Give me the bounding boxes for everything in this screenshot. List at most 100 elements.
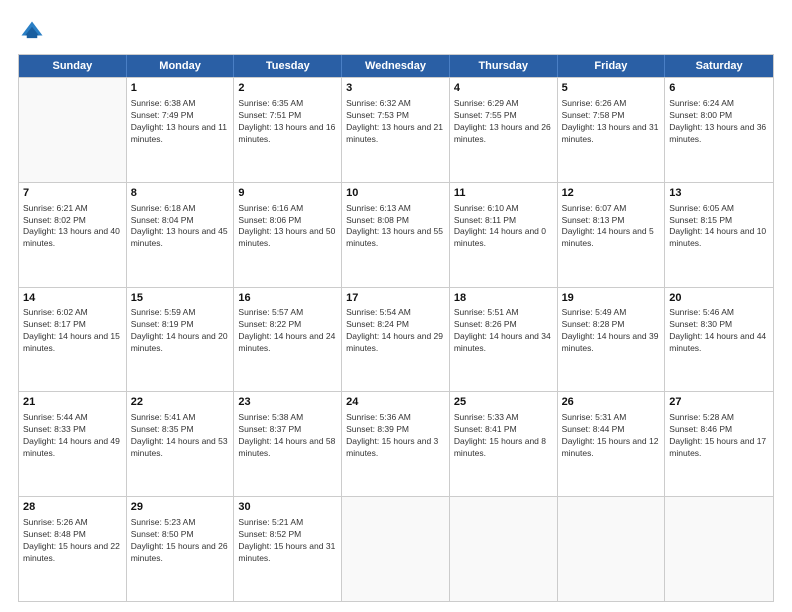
empty-cell — [665, 497, 773, 601]
day-cell-21: 21Sunrise: 5:44 AMSunset: 8:33 PMDayligh… — [19, 392, 127, 496]
day-cell-16: 16Sunrise: 5:57 AMSunset: 8:22 PMDayligh… — [234, 288, 342, 392]
day-number: 1 — [131, 81, 230, 96]
day-cell-19: 19Sunrise: 5:49 AMSunset: 8:28 PMDayligh… — [558, 288, 666, 392]
calendar-body: 1 Sunrise: 6:38 AMSunset: 7:49 PMDaylight… — [19, 77, 773, 601]
day-cell-25: 25Sunrise: 5:33 AMSunset: 8:41 PMDayligh… — [450, 392, 558, 496]
cell-info: Sunrise: 5:36 AMSunset: 8:39 PMDaylight:… — [346, 412, 445, 460]
day-number: 17 — [346, 291, 445, 306]
day-cell-14: 14Sunrise: 6:02 AMSunset: 8:17 PMDayligh… — [19, 288, 127, 392]
day-number: 20 — [669, 291, 769, 306]
weekday-header-thursday: Thursday — [450, 55, 558, 77]
day-number: 29 — [131, 500, 230, 515]
cell-info: Sunrise: 5:41 AMSunset: 8:35 PMDaylight:… — [131, 412, 230, 460]
cell-info: Sunrise: 5:49 AMSunset: 8:28 PMDaylight:… — [562, 307, 661, 355]
calendar-row-4: 21Sunrise: 5:44 AMSunset: 8:33 PMDayligh… — [19, 391, 773, 496]
cell-info: Sunrise: 5:28 AMSunset: 8:46 PMDaylight:… — [669, 412, 769, 460]
cell-info: Sunrise: 5:59 AMSunset: 8:19 PMDaylight:… — [131, 307, 230, 355]
cell-info: Sunrise: 5:26 AMSunset: 8:48 PMDaylight:… — [23, 517, 122, 565]
day-cell-29: 29 Sunrise: 5:23 AMSunset: 8:50 PMDayligh… — [127, 497, 235, 601]
day-cell-13: 13Sunrise: 6:05 AMSunset: 8:15 PMDayligh… — [665, 183, 773, 287]
cell-info: Sunrise: 6:21 AMSunset: 8:02 PMDaylight:… — [23, 203, 122, 251]
day-cell-5: 5 Sunrise: 6:26 AMSunset: 7:58 PMDaylight… — [558, 78, 666, 182]
cell-info: Sunrise: 5:57 AMSunset: 8:22 PMDaylight:… — [238, 307, 337, 355]
empty-cell — [19, 78, 127, 182]
weekday-header-wednesday: Wednesday — [342, 55, 450, 77]
calendar-row-2: 7Sunrise: 6:21 AMSunset: 8:02 PMDaylight… — [19, 182, 773, 287]
day-cell-20: 20Sunrise: 5:46 AMSunset: 8:30 PMDayligh… — [665, 288, 773, 392]
calendar-row-5: 28 Sunrise: 5:26 AMSunset: 8:48 PMDayligh… — [19, 496, 773, 601]
page: SundayMondayTuesdayWednesdayThursdayFrid… — [0, 0, 792, 612]
day-cell-3: 3Sunrise: 6:32 AMSunset: 7:53 PMDaylight… — [342, 78, 450, 182]
day-cell-17: 17Sunrise: 5:54 AMSunset: 8:24 PMDayligh… — [342, 288, 450, 392]
cell-info: Sunrise: 5:54 AMSunset: 8:24 PMDaylight:… — [346, 307, 445, 355]
cell-info: Sunrise: 6:05 AMSunset: 8:15 PMDaylight:… — [669, 203, 769, 251]
day-cell-24: 24 Sunrise: 5:36 AMSunset: 8:39 PMDayligh… — [342, 392, 450, 496]
calendar-row-1: 1 Sunrise: 6:38 AMSunset: 7:49 PMDaylight… — [19, 77, 773, 182]
day-number: 27 — [669, 395, 769, 410]
day-number: 15 — [131, 291, 230, 306]
day-cell-8: 8 Sunrise: 6:18 AMSunset: 8:04 PMDaylight… — [127, 183, 235, 287]
cell-info: Sunrise: 6:38 AMSunset: 7:49 PMDaylight:… — [131, 98, 230, 146]
day-number: 25 — [454, 395, 553, 410]
day-cell-18: 18Sunrise: 5:51 AMSunset: 8:26 PMDayligh… — [450, 288, 558, 392]
header — [18, 18, 774, 46]
weekday-header-sunday: Sunday — [19, 55, 127, 77]
day-number: 9 — [238, 186, 337, 201]
cell-info: Sunrise: 6:18 AMSunset: 8:04 PMDaylight:… — [131, 203, 230, 251]
day-cell-22: 22 Sunrise: 5:41 AMSunset: 8:35 PMDayligh… — [127, 392, 235, 496]
calendar-header: SundayMondayTuesdayWednesdayThursdayFrid… — [19, 55, 773, 77]
day-number: 24 — [346, 395, 445, 410]
day-number: 3 — [346, 81, 445, 96]
day-number: 28 — [23, 500, 122, 515]
empty-cell — [450, 497, 558, 601]
weekday-header-friday: Friday — [558, 55, 666, 77]
day-number: 2 — [238, 81, 337, 96]
logo-icon — [18, 18, 46, 46]
weekday-header-saturday: Saturday — [665, 55, 773, 77]
weekday-header-tuesday: Tuesday — [234, 55, 342, 77]
cell-info: Sunrise: 5:46 AMSunset: 8:30 PMDaylight:… — [669, 307, 769, 355]
empty-cell — [342, 497, 450, 601]
day-cell-6: 6 Sunrise: 6:24 AMSunset: 8:00 PMDaylight… — [665, 78, 773, 182]
day-cell-28: 28 Sunrise: 5:26 AMSunset: 8:48 PMDayligh… — [19, 497, 127, 601]
cell-info: Sunrise: 6:13 AMSunset: 8:08 PMDaylight:… — [346, 203, 445, 251]
cell-info: Sunrise: 6:26 AMSunset: 7:58 PMDaylight:… — [562, 98, 661, 146]
day-number: 21 — [23, 395, 122, 410]
cell-info: Sunrise: 6:10 AMSunset: 8:11 PMDaylight:… — [454, 203, 553, 251]
day-number: 22 — [131, 395, 230, 410]
day-number: 6 — [669, 81, 769, 96]
day-cell-11: 11Sunrise: 6:10 AMSunset: 8:11 PMDayligh… — [450, 183, 558, 287]
day-cell-7: 7Sunrise: 6:21 AMSunset: 8:02 PMDaylight… — [19, 183, 127, 287]
day-cell-26: 26 Sunrise: 5:31 AMSunset: 8:44 PMDayligh… — [558, 392, 666, 496]
logo — [18, 18, 50, 46]
cell-info: Sunrise: 6:02 AMSunset: 8:17 PMDaylight:… — [23, 307, 122, 355]
cell-info: Sunrise: 6:24 AMSunset: 8:00 PMDaylight:… — [669, 98, 769, 146]
day-cell-2: 2 Sunrise: 6:35 AMSunset: 7:51 PMDaylight… — [234, 78, 342, 182]
cell-info: Sunrise: 6:16 AMSunset: 8:06 PMDaylight:… — [238, 203, 337, 251]
day-number: 16 — [238, 291, 337, 306]
cell-info: Sunrise: 5:31 AMSunset: 8:44 PMDaylight:… — [562, 412, 661, 460]
cell-info: Sunrise: 5:51 AMSunset: 8:26 PMDaylight:… — [454, 307, 553, 355]
calendar: SundayMondayTuesdayWednesdayThursdayFrid… — [18, 54, 774, 602]
cell-info: Sunrise: 5:38 AMSunset: 8:37 PMDaylight:… — [238, 412, 337, 460]
day-number: 5 — [562, 81, 661, 96]
day-cell-30: 30 Sunrise: 5:21 AMSunset: 8:52 PMDayligh… — [234, 497, 342, 601]
day-number: 23 — [238, 395, 337, 410]
day-cell-10: 10 Sunrise: 6:13 AMSunset: 8:08 PMDayligh… — [342, 183, 450, 287]
day-cell-27: 27 Sunrise: 5:28 AMSunset: 8:46 PMDayligh… — [665, 392, 773, 496]
cell-info: Sunrise: 5:23 AMSunset: 8:50 PMDaylight:… — [131, 517, 230, 565]
day-number: 12 — [562, 186, 661, 201]
day-number: 14 — [23, 291, 122, 306]
cell-info: Sunrise: 5:21 AMSunset: 8:52 PMDaylight:… — [238, 517, 337, 565]
cell-info: Sunrise: 6:35 AMSunset: 7:51 PMDaylight:… — [238, 98, 337, 146]
day-cell-1: 1 Sunrise: 6:38 AMSunset: 7:49 PMDaylight… — [127, 78, 235, 182]
day-number: 26 — [562, 395, 661, 410]
day-cell-15: 15Sunrise: 5:59 AMSunset: 8:19 PMDayligh… — [127, 288, 235, 392]
day-number: 8 — [131, 186, 230, 201]
day-number: 10 — [346, 186, 445, 201]
cell-info: Sunrise: 6:29 AMSunset: 7:55 PMDaylight:… — [454, 98, 553, 146]
day-number: 19 — [562, 291, 661, 306]
day-cell-23: 23 Sunrise: 5:38 AMSunset: 8:37 PMDayligh… — [234, 392, 342, 496]
day-number: 30 — [238, 500, 337, 515]
empty-cell — [558, 497, 666, 601]
